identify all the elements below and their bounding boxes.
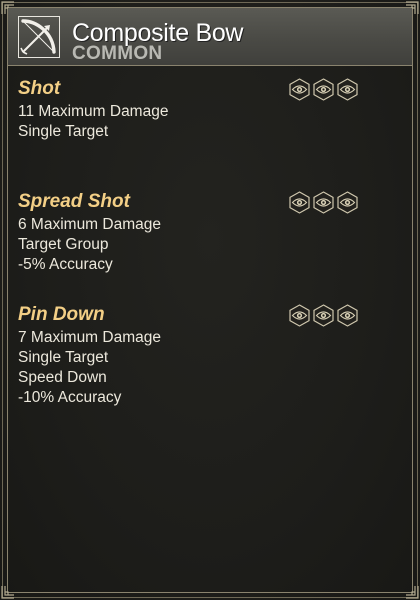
eye-icon (312, 304, 335, 327)
skill-stat: Target Group (18, 236, 109, 253)
skill-stat: Speed Down (18, 369, 107, 386)
skill-stat: 7 Maximum Damage (18, 329, 161, 346)
eye-icon (288, 191, 311, 214)
skill-slot-icons (288, 191, 359, 214)
eye-icon (336, 304, 359, 327)
bow-icon (18, 16, 60, 58)
eye-icon (288, 304, 311, 327)
item-tooltip-card: Composite Bow COMMON Shot 11 Maximum Dam… (0, 0, 420, 600)
eye-icon (288, 78, 311, 101)
skill-stat: Single Target (18, 123, 109, 140)
skill-stat: -10% Accuracy (18, 389, 122, 406)
eye-icon (312, 191, 335, 214)
eye-icon (312, 78, 335, 101)
eye-icon (336, 191, 359, 214)
item-header: Composite Bow COMMON (8, 8, 412, 66)
skill-stat: Single Target (18, 349, 109, 366)
skill-stat: -5% Accuracy (18, 256, 113, 273)
corner-ornament-icon (1, 585, 15, 599)
skill-stat: 6 Maximum Damage (18, 216, 161, 233)
corner-ornament-icon (405, 585, 419, 599)
skill-stat: 11 Maximum Damage (18, 103, 169, 120)
item-rarity: COMMON (72, 43, 163, 64)
skill-slot-icons (288, 78, 359, 101)
skill-slot-icons (288, 304, 359, 327)
eye-icon (336, 78, 359, 101)
